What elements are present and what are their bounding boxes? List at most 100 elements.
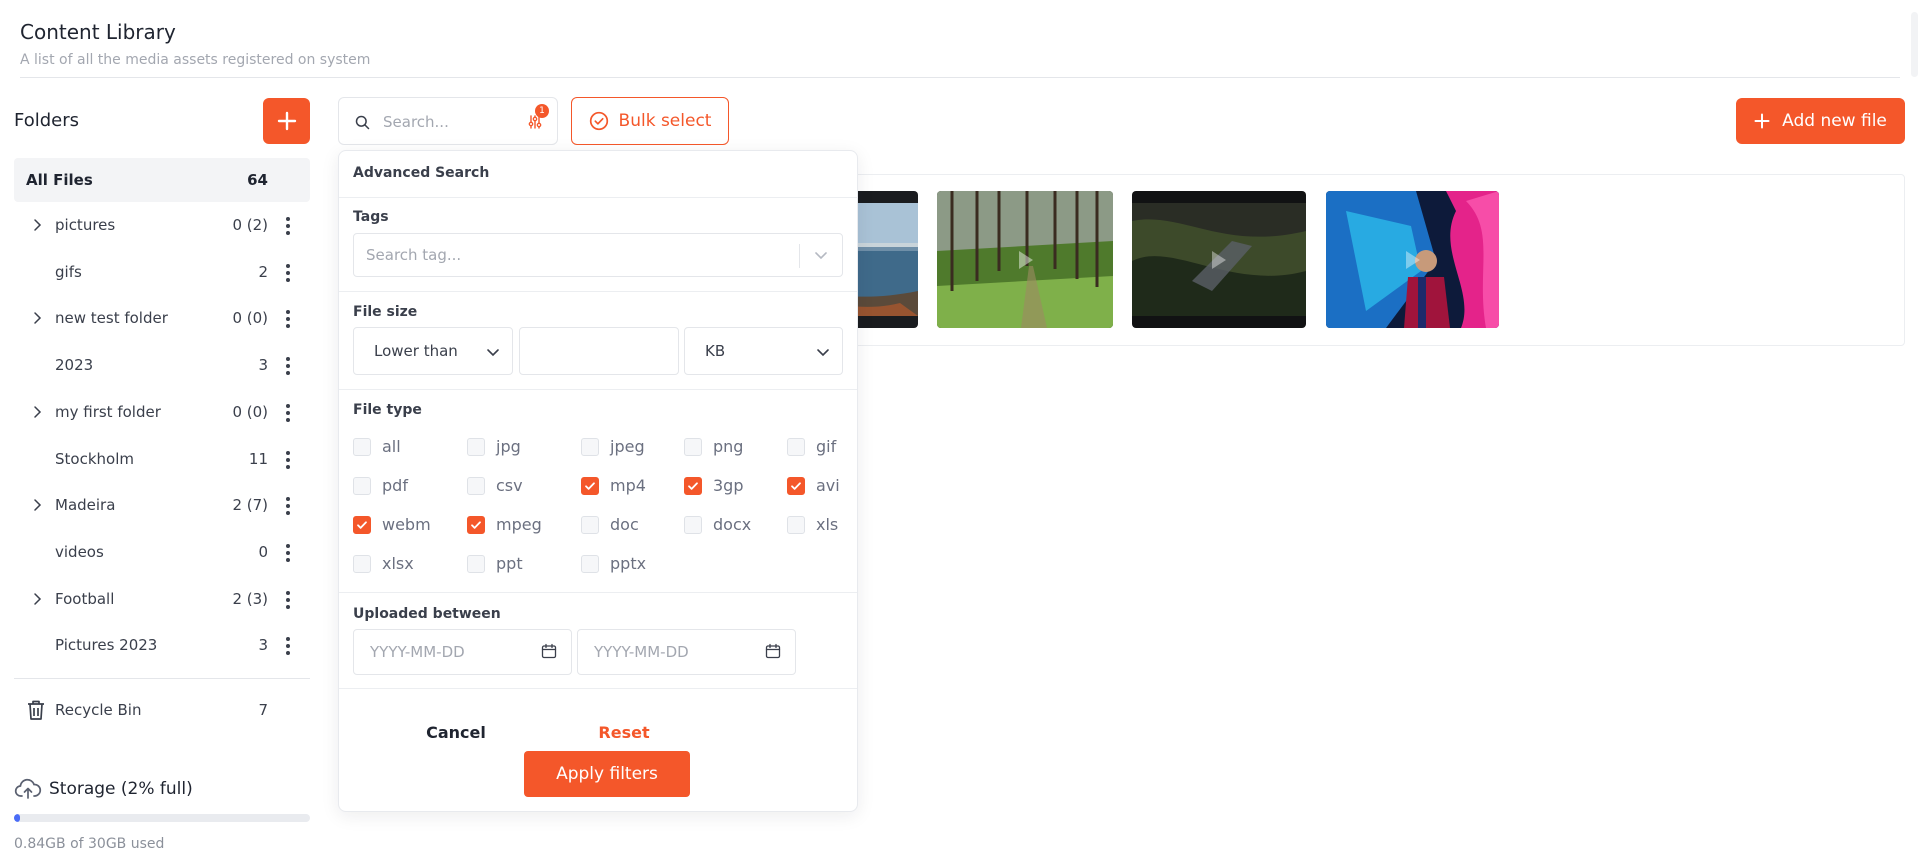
file-type-checkbox[interactable]: [353, 477, 373, 497]
folder-count: 2 (3): [232, 590, 268, 608]
sidebar-folder-item[interactable]: Football 2 (3): [14, 580, 310, 620]
search-box[interactable]: 1: [338, 97, 558, 145]
folder-name: Football: [55, 590, 115, 608]
chevron-right-icon[interactable]: [30, 405, 44, 419]
folder-count: 0 (0): [232, 403, 268, 421]
file-type-checkbox[interactable]: [581, 477, 601, 497]
more-vertical-icon[interactable]: [284, 355, 292, 377]
panel-divider: [339, 592, 857, 593]
file-type-checkbox[interactable]: [787, 477, 807, 497]
file-type-label-text: pptx: [610, 554, 647, 573]
chevron-right-icon[interactable]: [30, 592, 44, 606]
file-type-label-text: ppt: [496, 554, 523, 573]
search-input[interactable]: [383, 110, 513, 134]
sidebar-folder-item[interactable]: Stockholm 11: [14, 440, 310, 480]
more-vertical-icon[interactable]: [284, 308, 292, 330]
file-type-checkbox[interactable]: [684, 516, 704, 536]
sidebar-folder-item[interactable]: Madeira 2 (7): [14, 486, 310, 526]
file-type-checkbox[interactable]: [684, 438, 704, 458]
file-type-label-text: mp4: [610, 476, 646, 495]
sidebar-folder-item[interactable]: gifs 2: [14, 253, 310, 293]
calendar-icon[interactable]: [541, 643, 557, 659]
scrollbar-thumb[interactable]: [1911, 12, 1918, 77]
file-type-label-text: mpeg: [496, 515, 542, 534]
file-type-label-text: webm: [382, 515, 431, 534]
file-size-unit-select[interactable]: KB: [684, 327, 843, 375]
all-files-label: All Files: [26, 171, 93, 189]
page-title: Content Library: [20, 20, 176, 44]
date-from-field[interactable]: YYYY-MM-DD: [353, 629, 572, 675]
checkmark-icon: [357, 521, 367, 529]
tags-placeholder: Search tag...: [366, 246, 462, 264]
uploaded-between-label: Uploaded between: [353, 606, 501, 622]
sidebar-folder-item[interactable]: new test folder 0 (0): [14, 299, 310, 339]
chevron-down-icon: [815, 252, 827, 260]
file-type-checkbox[interactable]: [353, 555, 373, 575]
storage-progress-bar: [14, 814, 310, 822]
select-separator: [799, 244, 800, 268]
sidebar-folder-item[interactable]: 2023 3: [14, 346, 310, 386]
file-type-label-text: pdf: [382, 476, 408, 495]
media-thumbnail[interactable]: [1326, 191, 1499, 328]
sidebar-folder-item[interactable]: pictures 0 (2): [14, 206, 310, 246]
file-type-checkbox[interactable]: [684, 477, 704, 497]
file-type-checkbox[interactable]: [467, 438, 487, 458]
more-vertical-icon[interactable]: [284, 495, 292, 517]
folder-count: 2 (7): [232, 496, 268, 514]
file-type-checkbox[interactable]: [581, 438, 601, 458]
chevron-right-icon[interactable]: [30, 498, 44, 512]
folder-count: 2: [258, 263, 268, 281]
tags-label: Tags: [353, 209, 389, 225]
chevron-right-icon[interactable]: [30, 218, 44, 232]
more-vertical-icon[interactable]: [284, 635, 292, 657]
more-vertical-icon[interactable]: [284, 589, 292, 611]
calendar-icon[interactable]: [765, 643, 781, 659]
reset-button[interactable]: Reset: [569, 717, 679, 747]
sidebar-item-all-files[interactable]: All Files 64: [14, 158, 310, 202]
more-vertical-icon[interactable]: [284, 402, 292, 424]
date-from-placeholder: YYYY-MM-DD: [370, 643, 465, 661]
file-type-checkbox[interactable]: [787, 438, 807, 458]
file-type-checkbox[interactable]: [581, 516, 601, 536]
file-size-value-input[interactable]: [519, 327, 679, 375]
chevron-right-icon[interactable]: [30, 311, 44, 325]
sidebar-folder-item[interactable]: Pictures 2023 3: [14, 626, 310, 666]
checkmark-icon: [791, 482, 801, 490]
file-type-label-text: all: [382, 437, 401, 456]
file-type-checkbox[interactable]: [581, 555, 601, 575]
more-vertical-icon[interactable]: [284, 449, 292, 471]
file-type-label-text: xls: [816, 515, 839, 534]
file-type-checkbox[interactable]: [467, 516, 487, 536]
cancel-button[interactable]: Cancel: [401, 717, 511, 747]
file-size-comparator-select[interactable]: Lower than: [353, 327, 513, 375]
add-new-file-button[interactable]: Add new file: [1736, 98, 1905, 144]
more-vertical-icon[interactable]: [284, 542, 292, 564]
date-to-field[interactable]: YYYY-MM-DD: [577, 629, 796, 675]
media-thumbnail[interactable]: [937, 191, 1113, 328]
file-type-checkbox[interactable]: [353, 438, 373, 458]
file-size-label: File size: [353, 304, 418, 320]
apply-filters-button[interactable]: Apply filters: [524, 751, 690, 797]
add-new-file-label: Add new file: [1782, 111, 1887, 131]
add-folder-button[interactable]: [263, 98, 310, 144]
sidebar-item-recycle-bin[interactable]: Recycle Bin 7: [14, 694, 310, 726]
file-type-checkbox[interactable]: [467, 477, 487, 497]
file-type-checkbox[interactable]: [787, 516, 807, 536]
storage-used-text: 0.84GB of 30GB used: [14, 836, 165, 852]
folder-name: Pictures 2023: [55, 636, 158, 654]
more-vertical-icon[interactable]: [284, 215, 292, 237]
file-type-checkbox[interactable]: [353, 516, 373, 536]
file-type-label-text: avi: [816, 476, 840, 495]
checkmark-icon: [688, 482, 698, 490]
sidebar-folder-item[interactable]: videos 0: [14, 533, 310, 573]
media-thumbnail[interactable]: [1132, 191, 1306, 328]
file-type-checkbox[interactable]: [467, 555, 487, 575]
page-scrollbar[interactable]: [1908, 0, 1920, 868]
tags-search-select[interactable]: Search tag...: [353, 233, 843, 277]
sidebar-folder-item[interactable]: my first folder 0 (0): [14, 393, 310, 433]
folder-name: pictures: [55, 216, 116, 234]
folder-name: new test folder: [55, 309, 168, 327]
bulk-select-button[interactable]: Bulk select: [571, 97, 729, 145]
more-vertical-icon[interactable]: [284, 262, 292, 284]
folder-name: Madeira: [55, 496, 116, 514]
